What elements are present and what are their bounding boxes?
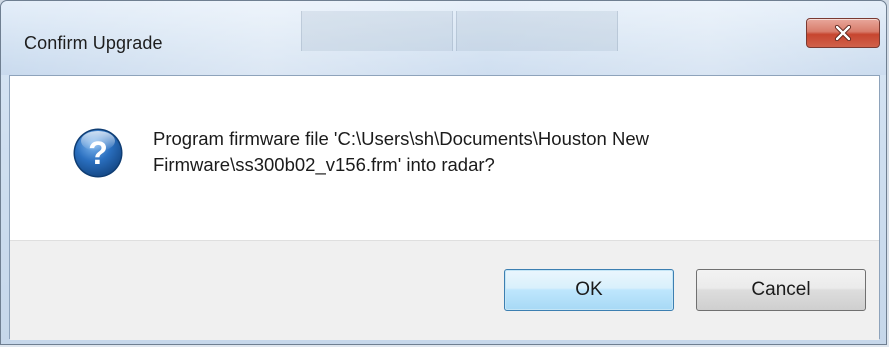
title-bar: Confirm Upgrade (1, 1, 886, 75)
window-title: Confirm Upgrade (24, 33, 163, 53)
background-ghost-column (301, 11, 453, 51)
question-icon: ? (73, 128, 123, 178)
dialog-window: Confirm Upgrade ? Program firmware file … (0, 0, 887, 345)
close-button[interactable] (806, 18, 880, 48)
ok-button[interactable]: OK (504, 269, 674, 311)
close-icon (834, 25, 852, 41)
message-line-1: Program firmware file 'C:\Users\sh\Docum… (153, 128, 649, 149)
message-area: ? Program firmware file 'C:\Users\sh\Doc… (10, 76, 879, 240)
svg-text:?: ? (88, 135, 108, 171)
dialog-client-area: ? Program firmware file 'C:\Users\sh\Doc… (9, 75, 880, 340)
screen: Confirm Upgrade ? Program firmware file … (0, 0, 889, 347)
background-ghost-column (456, 11, 618, 51)
button-bar: OK Cancel (10, 240, 879, 340)
cancel-button[interactable]: Cancel (696, 269, 866, 311)
message-text: Program firmware file 'C:\Users\sh\Docum… (153, 126, 853, 178)
message-line-2: Firmware\ss300b02_v156.frm' into radar? (153, 154, 495, 175)
